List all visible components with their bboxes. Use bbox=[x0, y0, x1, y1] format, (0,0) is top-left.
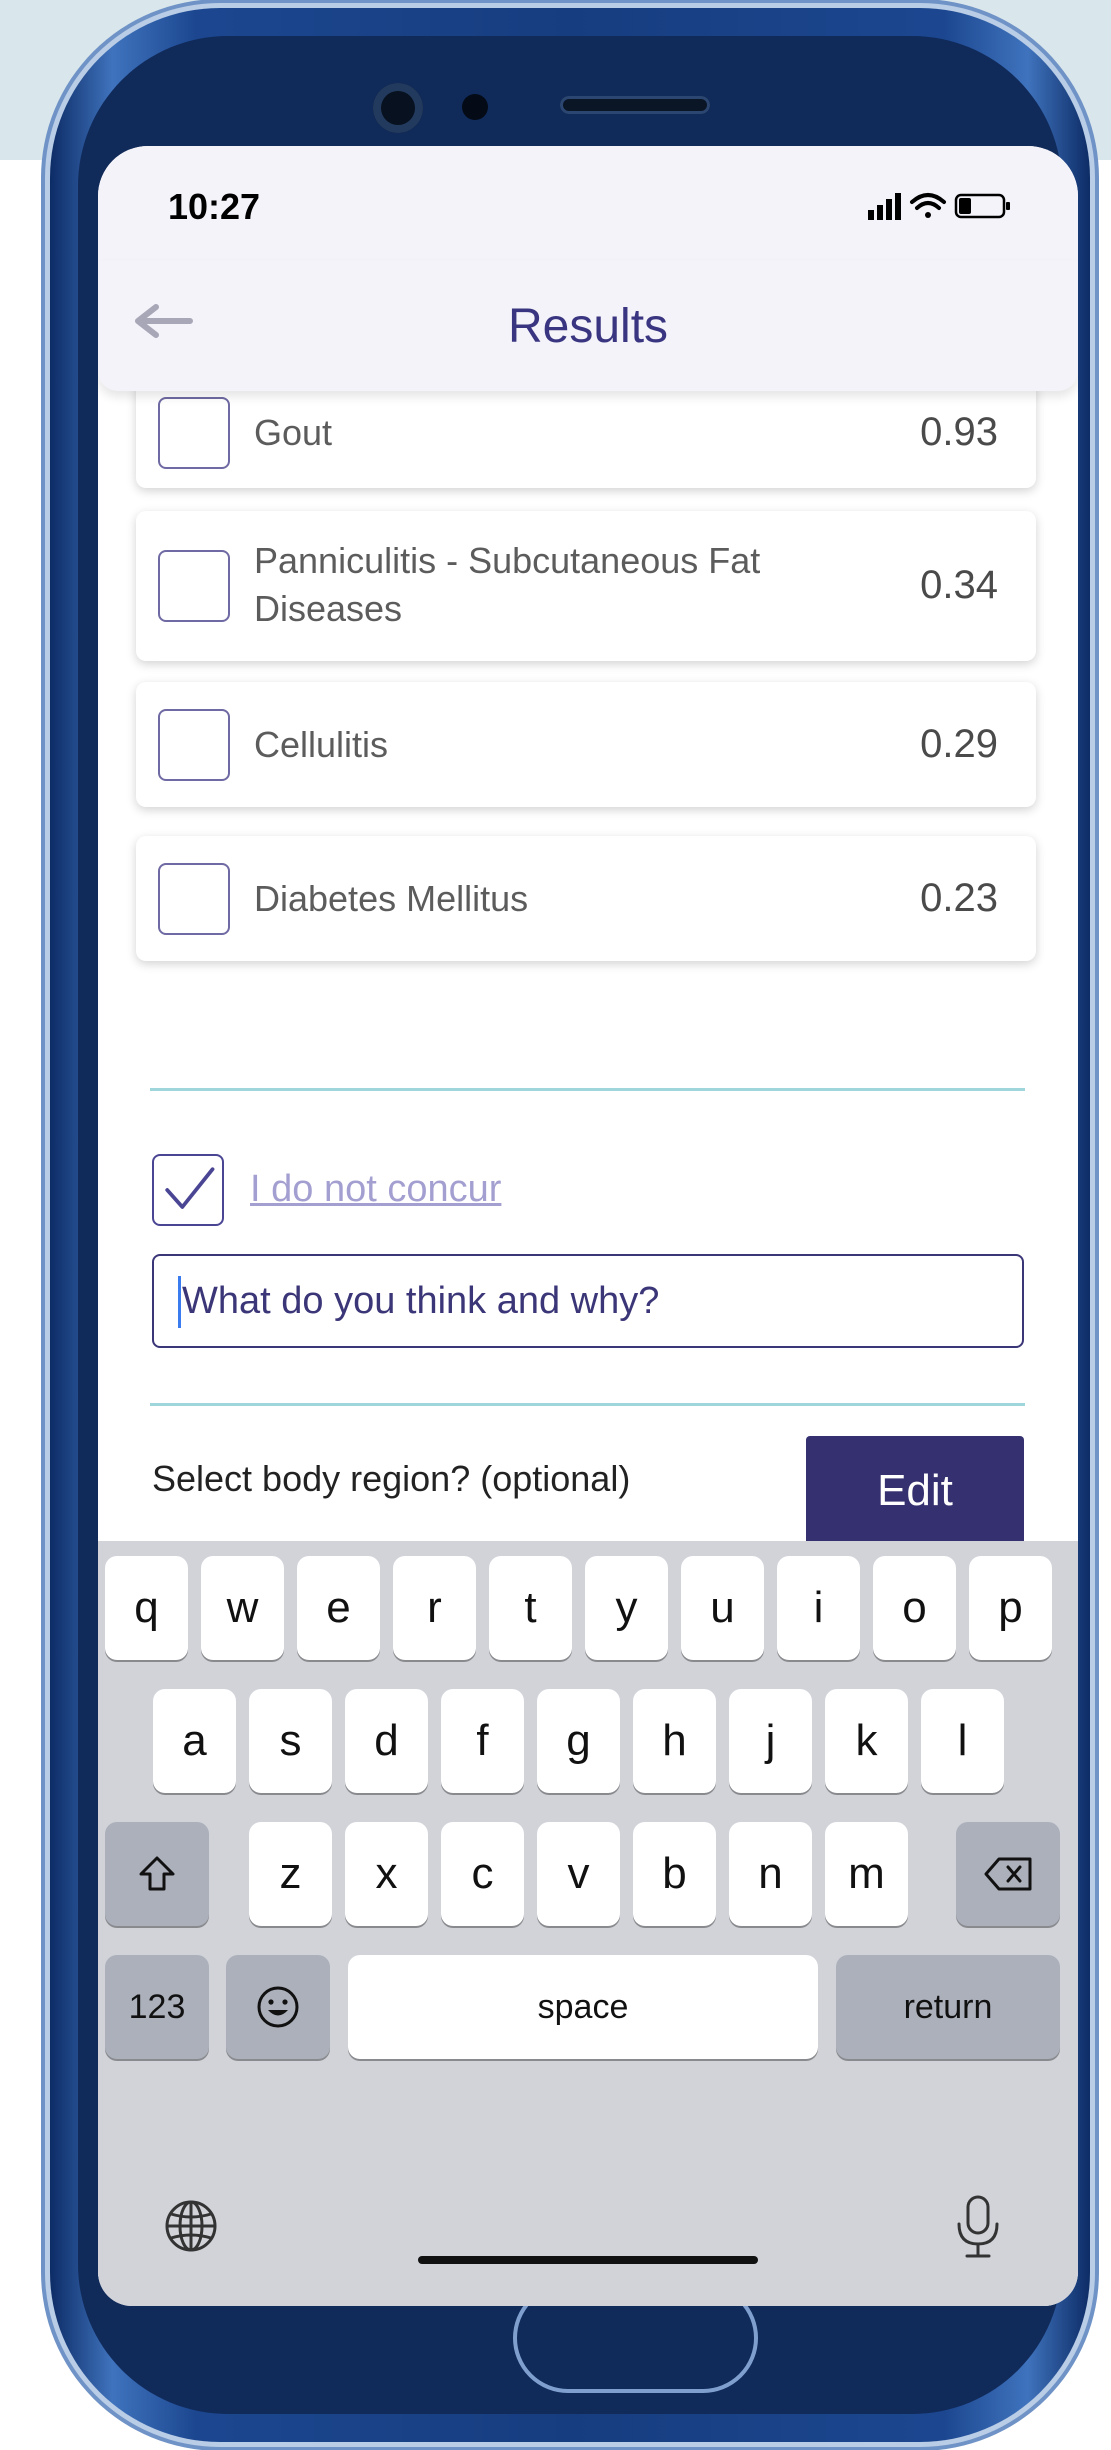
microphone-icon[interactable] bbox=[953, 2194, 1003, 2260]
home-indicator bbox=[418, 2256, 758, 2264]
result-name: Diabetes Mellitus bbox=[254, 878, 529, 919]
key-p[interactable]: p bbox=[969, 1556, 1052, 1660]
proximity-sensor bbox=[462, 94, 488, 120]
shift-key[interactable] bbox=[105, 1822, 209, 1926]
status-icons bbox=[868, 193, 1010, 220]
concur-checkbox[interactable] bbox=[152, 1154, 224, 1226]
key-g[interactable]: g bbox=[537, 1689, 620, 1793]
key-h[interactable]: h bbox=[633, 1689, 716, 1793]
key-k[interactable]: k bbox=[825, 1689, 908, 1793]
key-s[interactable]: s bbox=[249, 1689, 332, 1793]
key-t[interactable]: t bbox=[489, 1556, 572, 1660]
nav-header: Results bbox=[98, 261, 1078, 391]
result-score: 0.23 bbox=[920, 876, 998, 920]
backspace-key[interactable] bbox=[956, 1822, 1060, 1926]
key-o[interactable]: o bbox=[873, 1556, 956, 1660]
result-name: Gout bbox=[254, 412, 333, 453]
result-name: Cellulitis bbox=[254, 724, 389, 765]
result-checkbox[interactable] bbox=[158, 550, 230, 622]
page-title: Results bbox=[507, 300, 669, 353]
result-checkbox[interactable] bbox=[158, 397, 230, 469]
key-u[interactable]: u bbox=[681, 1556, 764, 1660]
result-score: 0.34 bbox=[920, 563, 998, 607]
space-key[interactable]: space bbox=[348, 1955, 818, 2059]
result-score: 0.93 bbox=[920, 410, 998, 454]
return-key[interactable]: return bbox=[836, 1955, 1060, 2059]
result-checkbox[interactable] bbox=[158, 709, 230, 781]
key-v[interactable]: v bbox=[537, 1822, 620, 1926]
key-a[interactable]: a bbox=[153, 1689, 236, 1793]
key-j[interactable]: j bbox=[729, 1689, 812, 1793]
emoji-icon bbox=[257, 1986, 299, 2028]
key-d[interactable]: d bbox=[345, 1689, 428, 1793]
key-i[interactable]: i bbox=[777, 1556, 860, 1660]
text-cursor bbox=[178, 1276, 181, 1328]
key-r[interactable]: r bbox=[393, 1556, 476, 1660]
body-region-label: Select body region? (optional) bbox=[152, 1458, 631, 1499]
key-q[interactable]: q bbox=[105, 1556, 188, 1660]
do-not-concur-link[interactable]: I do not concur bbox=[250, 1168, 501, 1211]
key-f[interactable]: f bbox=[441, 1689, 524, 1793]
key-y[interactable]: y bbox=[585, 1556, 668, 1660]
globe-icon[interactable] bbox=[163, 2198, 219, 2254]
status-bar: 10:27 bbox=[98, 146, 1078, 261]
wifi-icon bbox=[910, 193, 946, 218]
result-card: Cellulitis 0.29 bbox=[136, 682, 1036, 807]
section-divider bbox=[150, 1403, 1025, 1406]
key-c[interactable]: c bbox=[441, 1822, 524, 1926]
key-l[interactable]: l bbox=[921, 1689, 1004, 1793]
earpiece-speaker bbox=[560, 96, 710, 114]
comment-input[interactable] bbox=[152, 1254, 1024, 1348]
result-card: Diabetes Mellitus 0.23 bbox=[136, 836, 1036, 961]
key-z[interactable]: z bbox=[249, 1822, 332, 1926]
result-card: Panniculitis - Subcutaneous Fat Diseases… bbox=[136, 511, 1036, 661]
edit-button[interactable]: Edit bbox=[806, 1436, 1024, 1546]
checkmark-icon bbox=[165, 1167, 215, 1209]
battery-icon bbox=[954, 193, 1010, 219]
signal-icon bbox=[868, 193, 901, 220]
front-camera bbox=[373, 83, 423, 133]
status-time: 10:27 bbox=[168, 186, 261, 227]
numbers-key[interactable]: 123 bbox=[105, 1955, 209, 2059]
key-x[interactable]: x bbox=[345, 1822, 428, 1926]
key-e[interactable]: e bbox=[297, 1556, 380, 1660]
key-b[interactable]: b bbox=[633, 1822, 716, 1926]
result-name: Panniculitis - Subcutaneous Fat Diseases bbox=[254, 540, 761, 629]
key-m[interactable]: m bbox=[825, 1822, 908, 1926]
result-card: Gout 0.93 bbox=[136, 378, 1036, 488]
result-checkbox[interactable] bbox=[158, 863, 230, 935]
section-divider bbox=[150, 1088, 1025, 1091]
result-score: 0.29 bbox=[920, 722, 998, 766]
key-w[interactable]: w bbox=[201, 1556, 284, 1660]
key-n[interactable]: n bbox=[729, 1822, 812, 1926]
shift-icon bbox=[139, 1856, 175, 1891]
backspace-icon bbox=[984, 1857, 1032, 1891]
onscreen-keyboard: q w e r t y u i o p a s d f g h j k l z … bbox=[98, 1541, 1078, 2306]
phone-screen: 10:27 Results Gout 0.93 Panniculitis - S… bbox=[98, 146, 1078, 2306]
emoji-key[interactable] bbox=[226, 1955, 330, 2059]
